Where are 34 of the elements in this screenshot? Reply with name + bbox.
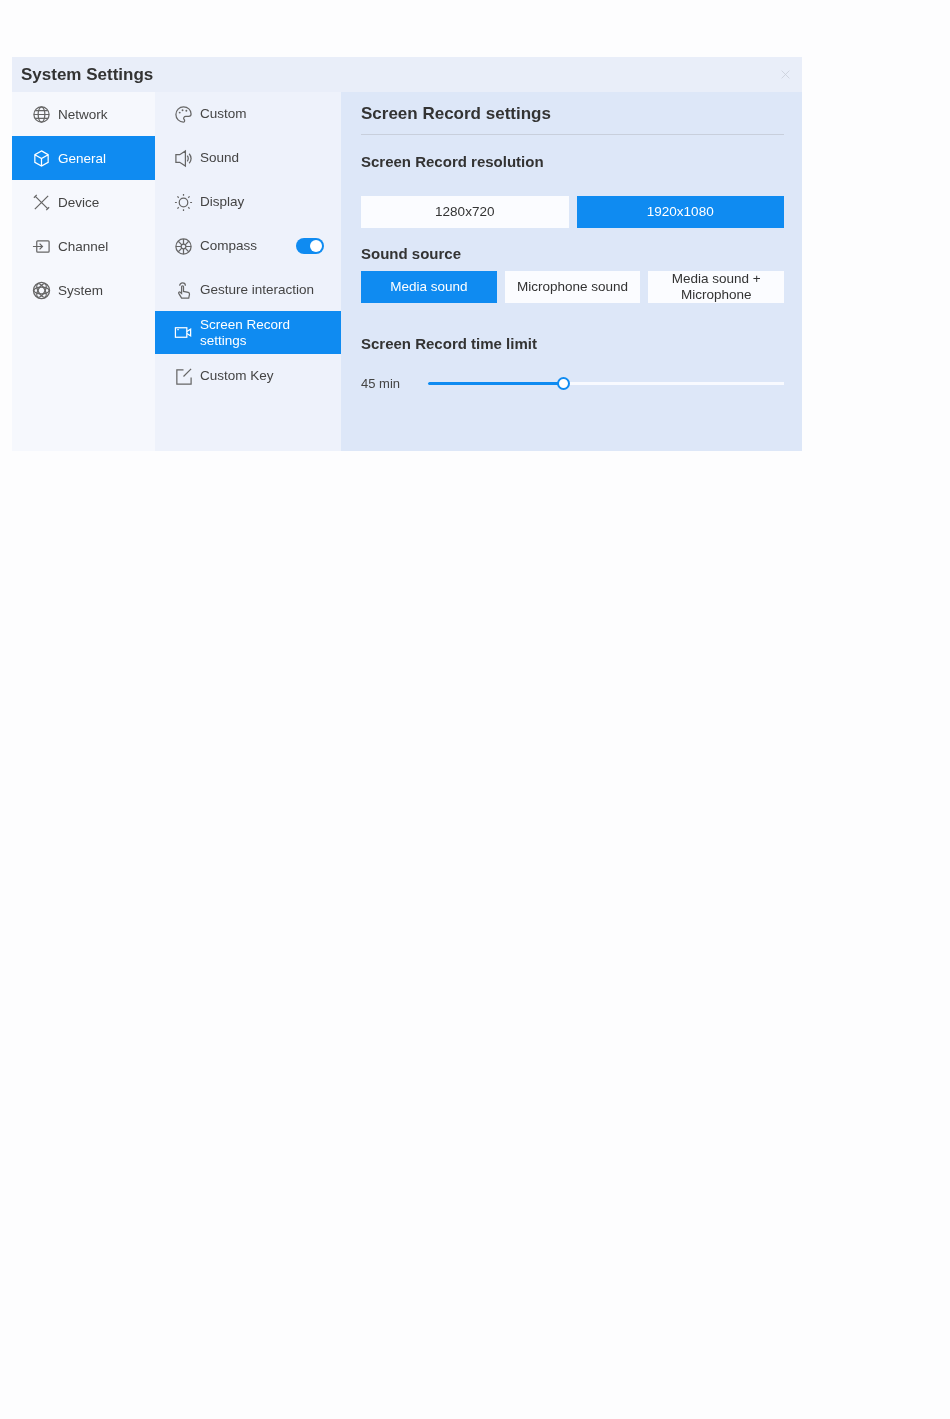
sidebar-item[interactable]: General xyxy=(12,136,155,180)
slider-value: 45 min xyxy=(361,376,402,391)
window-title: System Settings xyxy=(21,64,154,85)
panel-title: Screen Record settings xyxy=(361,104,552,125)
speaker-icon xyxy=(174,148,193,168)
compass-icon xyxy=(174,236,193,256)
edit-icon xyxy=(174,366,193,386)
submenu-item[interactable]: Display xyxy=(155,180,341,224)
section-heading: Screen Record resolution xyxy=(361,153,545,170)
option-button[interactable]: 1280x720 xyxy=(361,196,569,228)
atom-icon xyxy=(32,280,51,300)
option-button[interactable]: Media sound xyxy=(361,271,497,303)
submenu-item[interactable]: Gesture interaction xyxy=(155,268,341,312)
sidebar-item[interactable]: Network xyxy=(12,92,155,136)
submenu-item[interactable]: Compass xyxy=(155,224,341,268)
section-heading: Screen Record time limit xyxy=(361,335,538,352)
option-button[interactable]: Microphone sound xyxy=(504,271,641,303)
option-button[interactable]: Media sound + Microphone xyxy=(648,271,784,303)
submenu-item[interactable]: Custom Key xyxy=(155,354,341,398)
slider-thumb[interactable] xyxy=(557,377,571,390)
tools-icon xyxy=(32,192,51,212)
toggle-switch[interactable] xyxy=(296,238,324,254)
sidebar-item[interactable]: Channel xyxy=(12,224,155,268)
cube-icon xyxy=(32,148,51,168)
submenu-item[interactable]: Sound xyxy=(155,136,341,180)
sidebar-item[interactable]: System xyxy=(12,268,155,312)
palette-icon xyxy=(174,104,193,124)
sun-icon xyxy=(174,192,193,212)
sidebar-item[interactable]: Device xyxy=(12,180,155,224)
option-button[interactable]: 1920x1080 xyxy=(576,196,784,228)
section-heading: Sound source xyxy=(361,245,462,262)
submenu-item[interactable]: Custom xyxy=(155,92,341,136)
globe-icon xyxy=(32,104,51,124)
submenu-item[interactable]: Screen Record settings xyxy=(155,311,341,354)
